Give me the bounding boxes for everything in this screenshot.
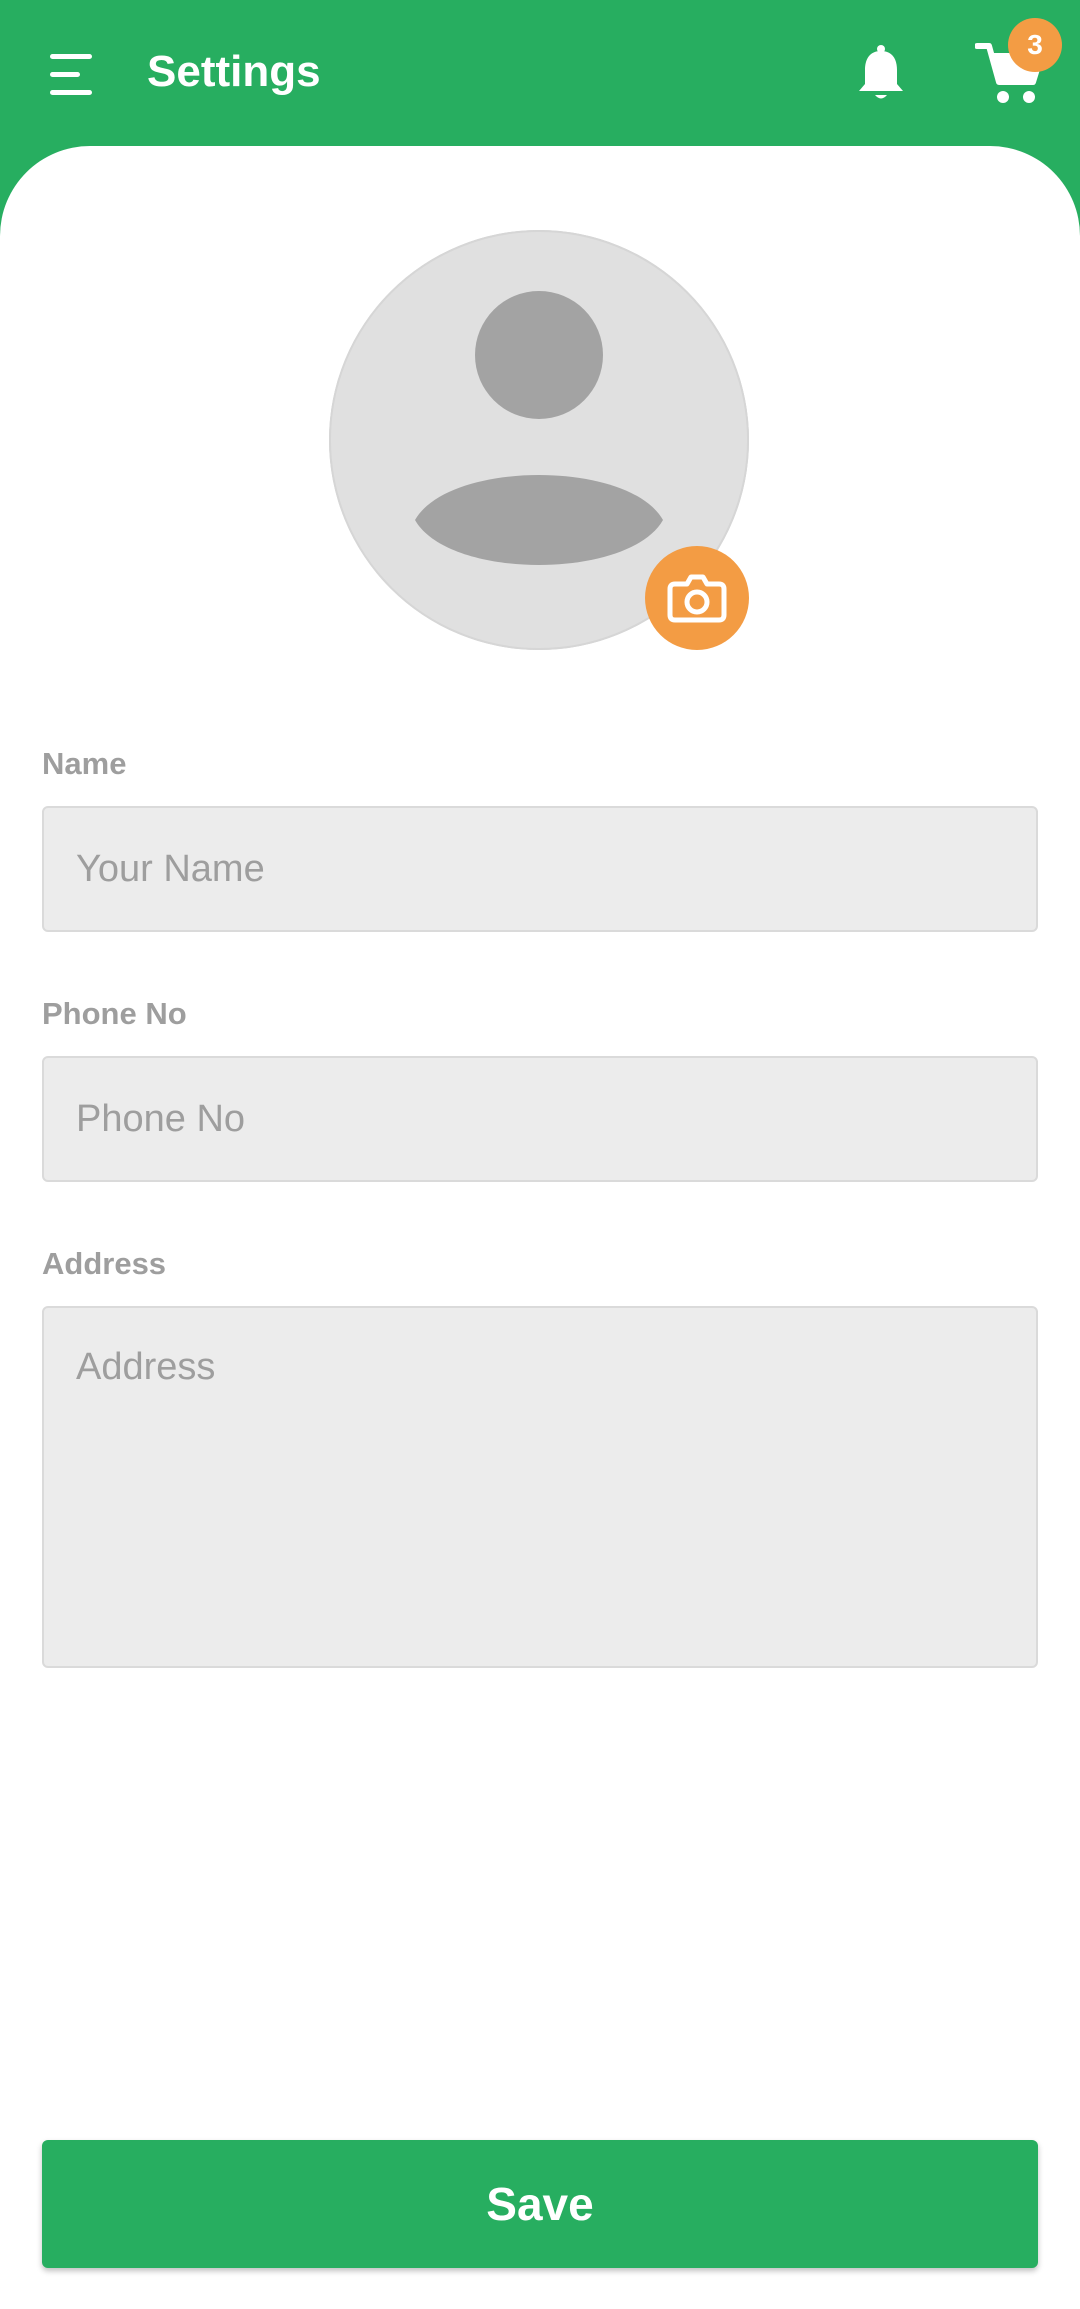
camera-icon xyxy=(667,574,727,623)
bell-icon[interactable] xyxy=(850,42,912,104)
name-input[interactable] xyxy=(42,806,1038,932)
menu-icon[interactable] xyxy=(44,48,96,100)
page-title: Settings xyxy=(147,47,321,96)
phone-label: Phone No xyxy=(42,996,187,1031)
cart-count-badge: 3 xyxy=(1008,18,1062,72)
phone-input[interactable] xyxy=(42,1056,1038,1182)
name-label: Name xyxy=(42,746,127,781)
address-input[interactable] xyxy=(42,1306,1038,1668)
address-label: Address xyxy=(42,1246,167,1281)
change-photo-button[interactable] xyxy=(645,546,749,650)
save-button[interactable]: Save xyxy=(42,2140,1038,2268)
